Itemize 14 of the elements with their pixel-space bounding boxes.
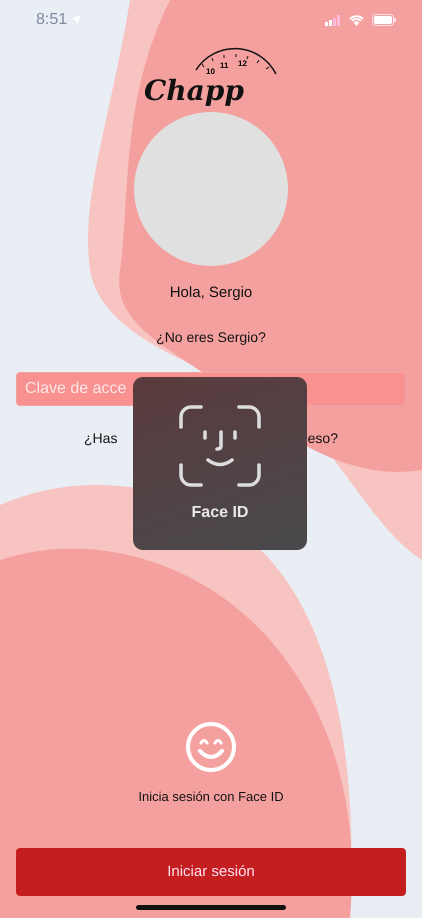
- smiley-icon: [185, 720, 237, 772]
- wifi-icon: [349, 14, 364, 26]
- greeting-text: Hola, Sergio: [170, 283, 252, 303]
- logo: 10 11 12 Chapp: [136, 40, 286, 108]
- face-id-label: Face ID: [192, 503, 248, 523]
- face-id-icon: [179, 405, 261, 487]
- login-button[interactable]: Iniciar sesión: [16, 848, 406, 896]
- not-you-link[interactable]: ¿No eres Sergio?: [156, 326, 266, 348]
- signal-icon: [325, 14, 341, 26]
- forgot-link[interactable]: eso?: [308, 428, 338, 448]
- forgot-link[interactable]: ¿Has: [84, 428, 118, 448]
- face-id-prompt-text: Inicia sesión con Face ID: [138, 788, 284, 806]
- clock-time: 8:51: [36, 10, 68, 30]
- battery-icon: [372, 14, 396, 26]
